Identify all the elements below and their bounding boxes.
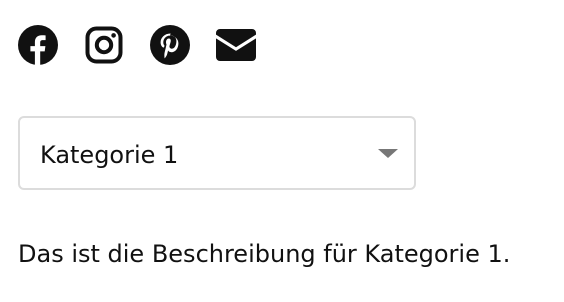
facebook-link[interactable] xyxy=(18,25,58,65)
caret-down-icon xyxy=(378,149,398,158)
social-icons-row xyxy=(18,25,282,65)
instagram-icon xyxy=(85,26,123,64)
instagram-link[interactable] xyxy=(84,25,124,65)
pinterest-link[interactable] xyxy=(150,25,190,65)
facebook-icon xyxy=(18,25,58,65)
category-select[interactable]: Kategorie 1 xyxy=(18,116,416,190)
email-link[interactable] xyxy=(216,25,256,65)
pinterest-icon xyxy=(150,25,190,65)
category-description: Das ist die Beschreibung für Kategorie 1… xyxy=(18,240,511,268)
email-icon xyxy=(216,29,256,61)
category-select-value: Kategorie 1 xyxy=(40,141,179,169)
